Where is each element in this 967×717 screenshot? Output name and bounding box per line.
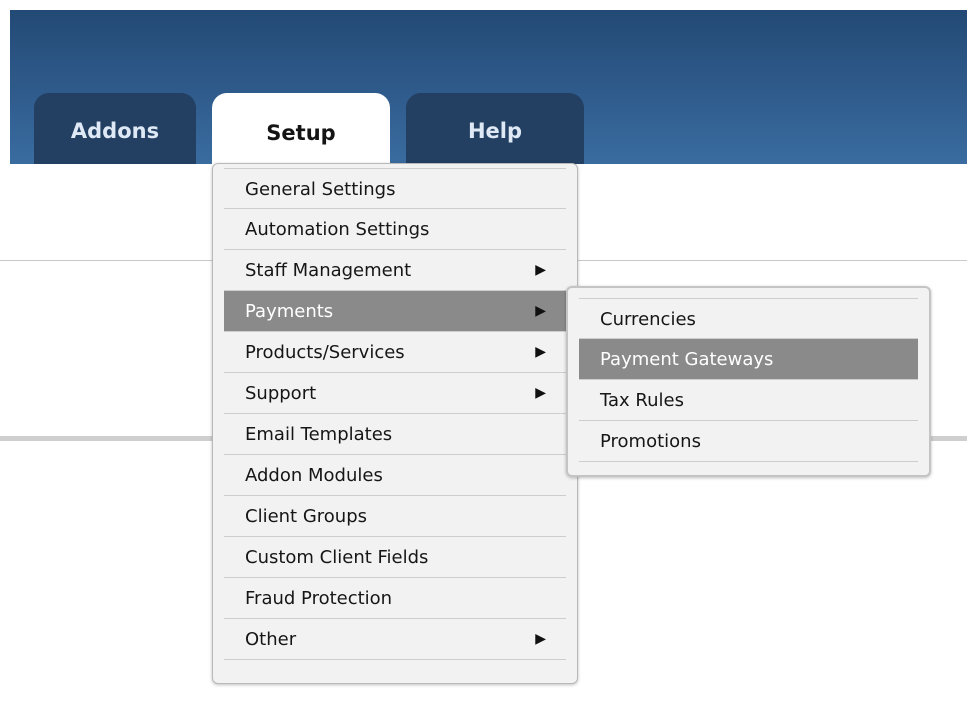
menu-item-label: Tax Rules xyxy=(600,390,684,411)
submenu-item-promotions[interactable]: Promotions xyxy=(579,421,918,462)
menu-item-staff-management[interactable]: Staff Management ▶ xyxy=(224,250,566,291)
caret-right-icon: ▶ xyxy=(535,262,546,278)
menu-item-products-services[interactable]: Products/Services ▶ xyxy=(224,332,566,373)
menu-item-label: Email Templates xyxy=(245,424,393,445)
menu-item-label: Custom Client Fields xyxy=(245,547,429,568)
tab-setup[interactable]: Setup xyxy=(212,93,390,168)
menu-item-addon-modules[interactable]: Addon Modules xyxy=(224,455,566,496)
menu-item-label: Fraud Protection xyxy=(245,588,393,609)
tab-addons[interactable]: Addons xyxy=(34,93,196,164)
menu-item-label: Support xyxy=(245,383,317,404)
menu-item-label: Automation Settings xyxy=(245,219,430,240)
menu-item-label: Payment Gateways xyxy=(600,349,774,370)
caret-right-icon: ▶ xyxy=(535,385,546,401)
admin-page: Addons Setup Help General Settings Autom… xyxy=(0,0,967,717)
caret-right-icon: ▶ xyxy=(535,631,546,647)
menu-item-label: Addon Modules xyxy=(245,465,383,486)
menu-item-general-settings[interactable]: General Settings xyxy=(224,168,566,209)
menu-item-email-templates[interactable]: Email Templates xyxy=(224,414,566,455)
menu-item-label: Payments xyxy=(245,301,334,322)
menu-item-other[interactable]: Other ▶ xyxy=(224,619,566,660)
caret-right-icon: ▶ xyxy=(535,303,546,319)
menu-item-support[interactable]: Support ▶ xyxy=(224,373,566,414)
menu-item-automation-settings[interactable]: Automation Settings xyxy=(224,209,566,250)
submenu-item-payment-gateways[interactable]: Payment Gateways xyxy=(579,339,918,380)
menu-item-payments[interactable]: Payments ▶ xyxy=(224,291,566,332)
menu-item-label: Client Groups xyxy=(245,506,368,527)
submenu-item-tax-rules[interactable]: Tax Rules xyxy=(579,380,918,421)
menu-item-label: Staff Management xyxy=(245,260,412,281)
tab-help[interactable]: Help xyxy=(406,93,584,164)
payments-submenu: Currencies Payment Gateways Tax Rules Pr… xyxy=(566,286,931,477)
setup-dropdown-menu: General Settings Automation Settings Sta… xyxy=(212,163,578,684)
menu-item-label: General Settings xyxy=(245,179,396,200)
menu-item-label: Products/Services xyxy=(245,342,405,363)
menu-item-custom-client-fields[interactable]: Custom Client Fields xyxy=(224,537,566,578)
menu-item-client-groups[interactable]: Client Groups xyxy=(224,496,566,537)
submenu-item-currencies[interactable]: Currencies xyxy=(579,298,918,339)
caret-right-icon: ▶ xyxy=(535,344,546,360)
menu-item-label: Other xyxy=(245,629,297,650)
menu-item-label: Promotions xyxy=(600,431,701,452)
menu-item-fraud-protection[interactable]: Fraud Protection xyxy=(224,578,566,619)
menu-item-label: Currencies xyxy=(600,309,696,330)
